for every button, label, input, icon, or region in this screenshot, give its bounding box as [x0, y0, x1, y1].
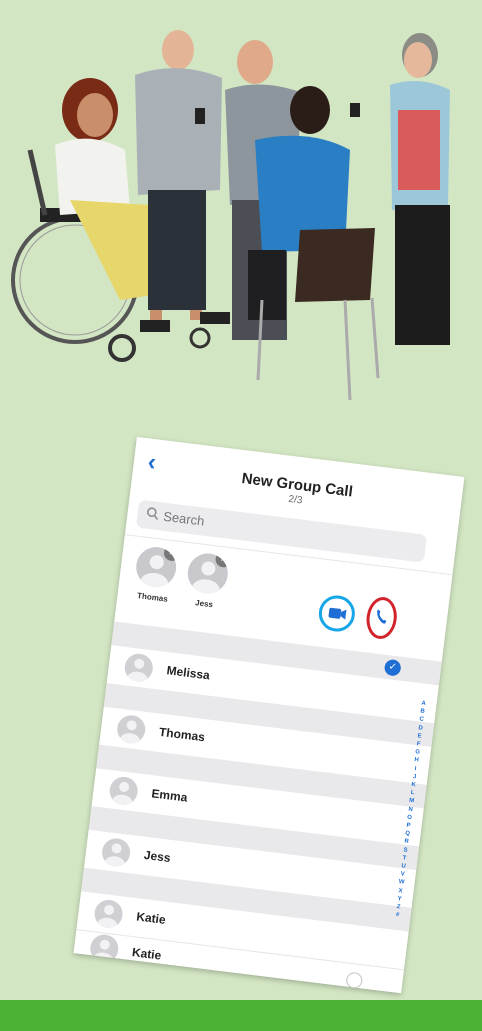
- avatar: [108, 775, 140, 807]
- contact-name: Emma: [150, 786, 189, 805]
- avatar: [115, 713, 147, 745]
- video-camera-icon: [328, 607, 347, 620]
- bottom-bar: [0, 1000, 482, 1031]
- contact-name: Thomas: [158, 724, 206, 745]
- selected-chip-label: Jess: [194, 598, 214, 610]
- selected-chip[interactable]: × Jess: [181, 551, 233, 611]
- group-people-illustration: [11, 30, 450, 401]
- contact-name: Melissa: [165, 663, 211, 683]
- avatar: [123, 652, 155, 684]
- selected-chip-label: Thomas: [136, 591, 169, 604]
- avatar: [88, 933, 120, 965]
- contact-name: Jess: [143, 847, 172, 866]
- phone-icon: [377, 609, 387, 624]
- video-call-button[interactable]: [316, 593, 357, 634]
- contact-name: Katie: [131, 945, 163, 963]
- avatar: [92, 898, 125, 930]
- search-icon: [147, 507, 159, 520]
- avatar: ×: [133, 544, 179, 590]
- contact-name: Katie: [135, 909, 167, 927]
- checkbox-unchecked-icon[interactable]: [345, 971, 364, 990]
- audio-call-button[interactable]: [364, 595, 400, 641]
- avatar: [100, 836, 132, 868]
- selected-chip[interactable]: × Thomas: [129, 544, 181, 604]
- contact-list: Melissa Thomas ✓ Emma Jess ✓ Katie Katie: [73, 621, 442, 994]
- avatar: ×: [185, 551, 231, 596]
- person-man-grey-hoodie: [135, 30, 222, 310]
- phone-screenshot: ‹ New Group Call 2/3 × Thomas × Jess: [73, 436, 465, 994]
